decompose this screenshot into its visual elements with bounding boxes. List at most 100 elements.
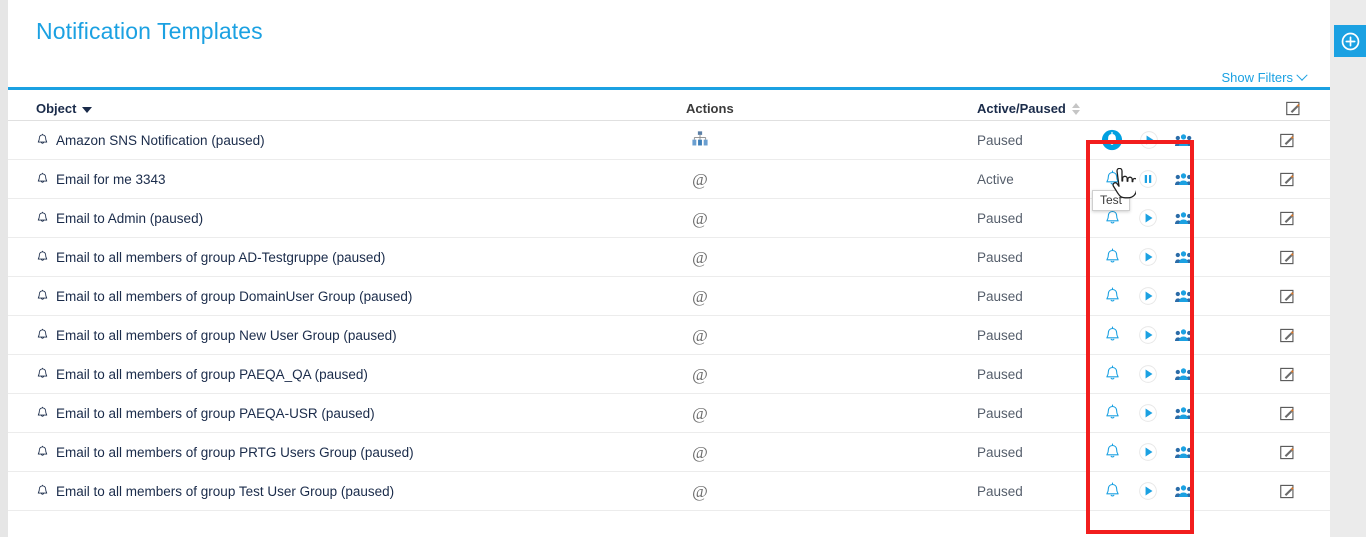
row-actions-cell[interactable]: @ xyxy=(668,238,732,276)
notification-templates-page: Notification Templates Show Filters Obje… xyxy=(0,0,1366,537)
row-toggle-button[interactable] xyxy=(1139,287,1157,305)
row-toggle-button[interactable] xyxy=(1139,326,1157,344)
bell-icon xyxy=(36,172,49,186)
row-actions-cell[interactable]: @ xyxy=(668,316,732,354)
row-toggle-button[interactable] xyxy=(1139,482,1157,500)
row-users-button[interactable] xyxy=(1175,133,1192,147)
row-edit-cell[interactable] xyxy=(1280,433,1295,471)
table-row-6[interactable]: Email to all members of group PAEQA_QA (… xyxy=(8,355,1330,394)
row-users-button[interactable] xyxy=(1175,367,1192,381)
column-header-actions: Actions xyxy=(686,101,734,116)
row-object-label[interactable]: Email to all members of group AD-Testgru… xyxy=(56,250,385,265)
row-object-label[interactable]: Email to all members of group DomainUser… xyxy=(56,289,412,304)
row-edit-cell[interactable] xyxy=(1280,355,1295,393)
row-test-bell-button[interactable] xyxy=(1104,248,1121,266)
table-row-5[interactable]: Email to all members of group New User G… xyxy=(8,316,1330,355)
row-toggle-button[interactable] xyxy=(1139,404,1157,422)
row-test-bell-button[interactable] xyxy=(1104,365,1121,383)
row-toggle-button[interactable] xyxy=(1139,248,1157,266)
row-test-bell-button[interactable] xyxy=(1104,209,1121,227)
row-users-button[interactable] xyxy=(1175,328,1192,342)
row-toggle-button[interactable] xyxy=(1140,131,1158,149)
row-actions-cell[interactable]: @ xyxy=(668,160,732,198)
row-users-button[interactable] xyxy=(1175,406,1192,420)
row-object-label[interactable]: Email to all members of group PAEQA-USR … xyxy=(56,406,375,421)
row-test-bell-button[interactable] xyxy=(1101,129,1123,151)
row-object-label[interactable]: Email to Admin (paused) xyxy=(56,211,203,226)
edit-icon[interactable] xyxy=(1280,445,1295,460)
edit-icon[interactable] xyxy=(1280,133,1295,148)
row-actions-cell[interactable]: @ xyxy=(668,355,732,393)
row-object-label[interactable]: Email to all members of group PAEQA_QA (… xyxy=(56,367,368,382)
bell-icon xyxy=(36,484,49,498)
row-object-label[interactable]: Email to all members of group New User G… xyxy=(56,328,397,343)
row-test-bell-button[interactable] xyxy=(1104,443,1121,461)
row-edit-cell[interactable] xyxy=(1280,121,1295,159)
row-test-bell-button[interactable] xyxy=(1104,326,1121,344)
row-test-bell-button[interactable] xyxy=(1104,404,1121,422)
table-row-0[interactable]: Amazon SNS Notification (paused) Paused xyxy=(8,121,1330,160)
edit-icon[interactable] xyxy=(1280,289,1295,304)
page-header: Notification Templates Show Filters xyxy=(8,0,1330,90)
row-controls-cell xyxy=(1100,316,1196,354)
row-controls-cell xyxy=(1100,433,1196,471)
row-actions-cell[interactable] xyxy=(668,121,732,159)
bell-icon xyxy=(36,250,49,264)
row-users-button[interactable] xyxy=(1175,445,1192,459)
row-actions-cell[interactable]: @ xyxy=(668,433,732,471)
edit-icon[interactable] xyxy=(1280,250,1295,265)
row-object-cell: Email to all members of group PAEQA_QA (… xyxy=(36,355,368,393)
edit-icon[interactable] xyxy=(1280,484,1295,499)
left-gutter xyxy=(0,0,8,537)
show-filters-link[interactable]: Show Filters xyxy=(1221,70,1306,85)
row-toggle-button[interactable] xyxy=(1139,209,1157,227)
row-object-cell: Email to all members of group AD-Testgru… xyxy=(36,238,385,276)
row-actions-cell[interactable]: @ xyxy=(668,277,732,315)
column-header-active-paused[interactable]: Active/Paused xyxy=(977,101,1080,116)
edit-icon[interactable] xyxy=(1280,211,1295,226)
table-row-7[interactable]: Email to all members of group PAEQA-USR … xyxy=(8,394,1330,433)
row-actions-cell[interactable]: @ xyxy=(668,199,732,237)
row-edit-cell[interactable] xyxy=(1280,316,1295,354)
table-row-2[interactable]: Email to Admin (paused) @ Paused xyxy=(8,199,1330,238)
add-tab-button[interactable] xyxy=(1334,25,1366,57)
row-test-bell-button[interactable] xyxy=(1104,170,1121,188)
row-edit-cell[interactable] xyxy=(1280,472,1295,510)
table-row-3[interactable]: Email to all members of group AD-Testgru… xyxy=(8,238,1330,277)
table-row-8[interactable]: Email to all members of group PRTG Users… xyxy=(8,433,1330,472)
row-edit-cell[interactable] xyxy=(1280,160,1295,198)
row-object-label[interactable]: Amazon SNS Notification (paused) xyxy=(56,133,265,148)
row-state-label: Paused xyxy=(977,211,1023,226)
row-object-label[interactable]: Email to all members of group Test User … xyxy=(56,484,394,499)
row-edit-cell[interactable] xyxy=(1280,238,1295,276)
row-test-bell-button[interactable] xyxy=(1104,287,1121,305)
table-row-9[interactable]: Email to all members of group Test User … xyxy=(8,472,1330,511)
row-object-cell: Email for me 3343 xyxy=(36,160,166,198)
row-object-label[interactable]: Email for me 3343 xyxy=(56,172,166,187)
row-toggle-button[interactable] xyxy=(1139,170,1157,188)
column-header-object[interactable]: Object xyxy=(36,101,92,116)
row-toggle-button[interactable] xyxy=(1139,365,1157,383)
edit-icon[interactable] xyxy=(1280,328,1295,343)
row-users-button[interactable] xyxy=(1175,211,1192,225)
row-edit-cell[interactable] xyxy=(1280,277,1295,315)
row-test-bell-button[interactable] xyxy=(1104,482,1121,500)
row-toggle-button[interactable] xyxy=(1139,443,1157,461)
row-users-button[interactable] xyxy=(1175,250,1192,264)
row-controls-cell xyxy=(1100,121,1196,159)
table-row-1[interactable]: Email for me 3343 @ Active xyxy=(8,160,1330,199)
row-edit-cell[interactable] xyxy=(1280,199,1295,237)
row-actions-cell[interactable]: @ xyxy=(668,472,732,510)
chevron-down-icon xyxy=(1296,69,1307,80)
row-users-button[interactable] xyxy=(1175,172,1192,186)
edit-icon[interactable] xyxy=(1280,172,1295,187)
edit-icon[interactable] xyxy=(1280,406,1295,421)
row-object-label[interactable]: Email to all members of group PRTG Users… xyxy=(56,445,414,460)
edit-icon[interactable] xyxy=(1280,367,1295,382)
row-actions-cell[interactable]: @ xyxy=(668,394,732,432)
table-row-4[interactable]: Email to all members of group DomainUser… xyxy=(8,277,1330,316)
row-users-button[interactable] xyxy=(1175,484,1192,498)
row-users-button[interactable] xyxy=(1175,289,1192,303)
row-state-cell: Paused xyxy=(977,121,1023,159)
row-edit-cell[interactable] xyxy=(1280,394,1295,432)
